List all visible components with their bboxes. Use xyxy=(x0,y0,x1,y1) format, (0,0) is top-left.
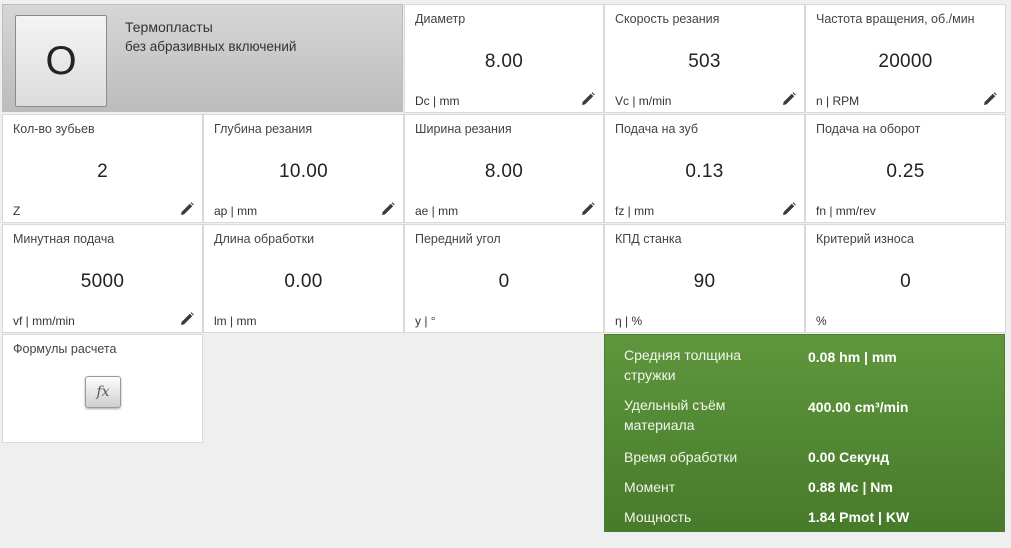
param-label: Кол-во зубьев xyxy=(13,122,95,136)
result-label: Момент xyxy=(624,479,676,495)
param-tile: Подача на оборот 0.25 fn | mm/rev xyxy=(805,114,1006,223)
param-unit: η | % xyxy=(615,314,643,328)
param-tile: Критерий износа 0% xyxy=(805,224,1006,333)
param-label: Глубина резания xyxy=(214,122,313,136)
param-unit: Dc | mm xyxy=(415,94,460,108)
param-label: Длина обработки xyxy=(214,232,315,246)
result-value: 400.00 cm³/min xyxy=(808,399,909,415)
param-value[interactable]: 8.00 xyxy=(405,51,603,73)
param-unit: ae | mm xyxy=(415,204,459,218)
param-label: Ширина резания xyxy=(415,122,512,136)
param-unit: Z xyxy=(13,204,21,218)
result-label: Средняя толщина стружки xyxy=(624,347,742,383)
param-value[interactable]: 0.00 xyxy=(204,271,403,293)
pencil-icon[interactable] xyxy=(782,202,796,216)
material-group-button[interactable]: O xyxy=(15,15,107,107)
param-value[interactable]: 0.25 xyxy=(806,161,1005,183)
pencil-icon[interactable] xyxy=(581,202,595,216)
param-unit: n | RPM xyxy=(816,94,860,108)
param-unit: y | ° xyxy=(415,314,436,328)
param-label: Частота вращения, об./мин xyxy=(816,12,975,26)
param-label: Подача на оборот xyxy=(816,122,921,136)
result-value: 0.00 Секунд xyxy=(808,449,890,465)
pencil-icon[interactable] xyxy=(180,312,194,326)
param-tile: Минутная подача 5000 vf | mm/min xyxy=(2,224,203,333)
material-panel: O Термопласты без абразивных включений xyxy=(2,4,403,112)
fx-icon[interactable]: fx xyxy=(85,376,121,408)
pencil-icon[interactable] xyxy=(381,202,395,216)
pencil-icon[interactable] xyxy=(782,92,796,106)
param-value[interactable]: 10.00 xyxy=(204,161,403,183)
result-label: Мощность xyxy=(624,509,692,525)
param-label: Диаметр xyxy=(415,12,466,26)
param-unit: fz | mm xyxy=(615,204,655,218)
param-value[interactable]: 20000 xyxy=(806,51,1005,73)
param-unit: Vc | m/min xyxy=(615,94,672,108)
param-value[interactable]: 503 xyxy=(605,51,804,73)
param-value[interactable]: 0 xyxy=(405,271,603,293)
param-value[interactable]: 0 xyxy=(806,271,1005,293)
param-unit: ap | mm xyxy=(214,204,258,218)
param-label: КПД станка xyxy=(615,232,682,246)
param-value[interactable]: 8.00 xyxy=(405,161,603,183)
result-value: 0.08 hm | mm xyxy=(808,349,897,365)
param-tile: Кол-во зубьев 2 Z xyxy=(2,114,203,223)
param-label: Критерий износа xyxy=(816,232,914,246)
result-value: 0.88 Mc | Nm xyxy=(808,479,893,495)
param-unit: lm | mm xyxy=(214,314,257,328)
result-label: Время обработки xyxy=(624,449,738,465)
param-tile: Длина обработки 0.00 lm | mm xyxy=(203,224,404,333)
pencil-icon[interactable] xyxy=(581,92,595,106)
param-value[interactable]: 2 xyxy=(3,161,202,183)
param-tile: Скорость резания 503 Vc | m/min xyxy=(604,4,805,113)
param-unit: % xyxy=(816,314,827,328)
param-label: Минутная подача xyxy=(13,232,115,246)
pencil-icon[interactable] xyxy=(983,92,997,106)
param-tile: Частота вращения, об./мин 20000 n | RPM xyxy=(805,4,1006,113)
param-unit: vf | mm/min xyxy=(13,314,75,328)
param-tile: Подача на зуб 0.13 fz | mm xyxy=(604,114,805,223)
param-tile: Передний угол 0 y | ° xyxy=(404,224,604,333)
results-panel: Средняя толщина стружки 0.08 hm | mm Удель… xyxy=(604,334,1005,532)
param-tile: Диаметр 8.00 Dc | mm xyxy=(404,4,604,113)
pencil-icon[interactable] xyxy=(180,202,194,216)
param-unit: fn | mm/rev xyxy=(816,204,876,218)
formulas-label: Формулы расчета xyxy=(13,342,117,356)
material-name: Термопласты xyxy=(125,19,213,35)
param-value[interactable]: 0.13 xyxy=(605,161,804,183)
param-label: Передний угол xyxy=(415,232,501,246)
param-tile: Ширина резания 8.00 ae | mm xyxy=(404,114,604,223)
param-tile: Глубина резания 10.00 ap | mm xyxy=(203,114,404,223)
result-label: Удельный съём материала xyxy=(624,397,726,433)
param-label: Подача на зуб xyxy=(615,122,699,136)
param-value[interactable]: 90 xyxy=(605,271,804,293)
material-subtitle: без абразивных включений xyxy=(125,39,297,54)
param-value[interactable]: 5000 xyxy=(3,271,202,293)
formulas-tile: Формулы расчета fx xyxy=(2,334,203,443)
result-value: 1.84 Pmot | KW xyxy=(808,509,910,525)
param-label: Скорость резания xyxy=(615,12,720,26)
param-tile: КПД станка 90 η | % xyxy=(604,224,805,333)
